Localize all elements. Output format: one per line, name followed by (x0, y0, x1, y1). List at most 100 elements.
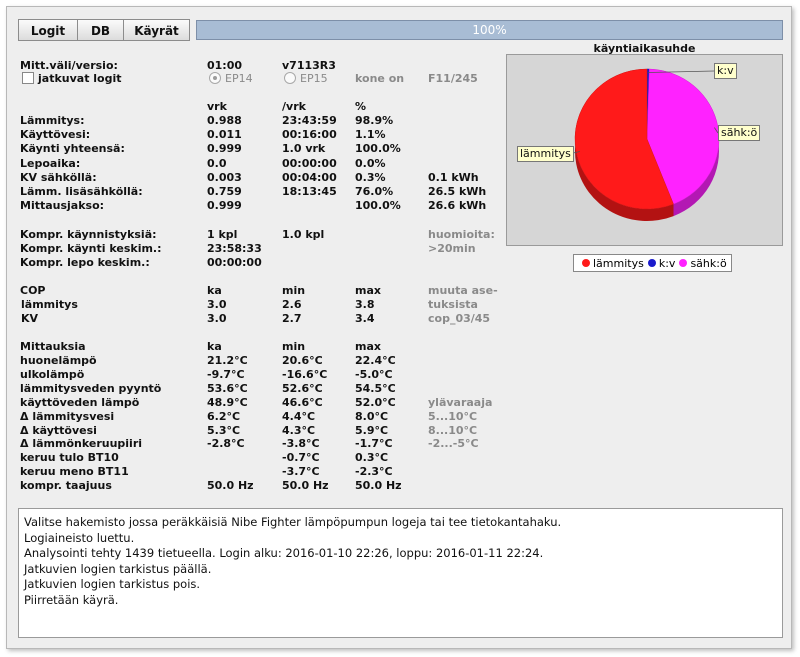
runtime-row-percent: 76.0% (355, 185, 394, 198)
measurement-row-max: -1.7°C (355, 437, 393, 451)
runtime-header-per-vrk: /vrk (282, 100, 306, 113)
measurements-title: Mittauksia (20, 340, 86, 353)
progress-bar: 100% (196, 20, 783, 40)
measurement-row-ka: 21.2°C (207, 354, 248, 367)
cop-row-label: lämmitys (21, 298, 78, 311)
legend-entry: sähk:ö (690, 256, 727, 270)
log-line: Jatkuvien logien tarkistus pois. (24, 577, 201, 592)
runtime-row-vrk: 0.011 (207, 128, 242, 142)
cop-row-min: 2.7 (282, 312, 302, 325)
measurement-row-max: 52.0°C (355, 395, 396, 409)
measurement-row-max: 0.3°C (355, 451, 389, 465)
measurement-row-ka: 6.2°C (207, 409, 241, 423)
logit-button[interactable]: Logit (18, 19, 78, 41)
measurement-row-max: 50.0 Hz (355, 479, 402, 493)
cop-note-top[interactable]: muuta ase- (428, 284, 498, 297)
measurement-row-label: Δ lämmitysvesi (20, 409, 115, 423)
note-huomioita: huomioita: (428, 228, 495, 241)
runtime-row-energy: 26.5 kWh (428, 185, 487, 198)
measurement-row-ka: -2.8°C (207, 437, 245, 451)
runtime-row-energy: 0.1 kWh (428, 170, 479, 184)
cop-row-max: 3.8 (355, 298, 375, 311)
measurement-row-note: ylävaraaja (428, 395, 493, 409)
measurement-row-ka: 53.6°C (207, 381, 248, 395)
measurement-row-label: keruu tulo BT10 (20, 451, 119, 465)
runtime-row-percent: 0.3% (355, 170, 386, 184)
runtime-row-per-vrk: 00:16:00 (282, 128, 337, 142)
measurement-row-min: -3.8°C (282, 437, 320, 451)
cop-row-label: KV (21, 312, 39, 325)
log-line: Analysointi tehty 1439 tietueella. Login… (24, 546, 544, 561)
compressor-starts-value: 1 kpl (207, 228, 238, 241)
measurement-row-min: 4.3°C (282, 423, 316, 437)
log-line: Jatkuvien logien tarkistus päällä. (24, 561, 212, 576)
measurement-row-note: 8...10°C (428, 423, 478, 437)
measurement-row-min: 46.6°C (282, 395, 323, 409)
runtime-row-vrk: 0.0 (207, 156, 227, 170)
log-line: Piirretään käyrä. (24, 592, 119, 607)
runtime-row-percent: 100.0% (355, 199, 401, 213)
measurement-row-label: ulkolämpö (20, 367, 85, 381)
measurement-row-label: käyttöveden lämpö (20, 395, 140, 409)
legend-swatch (679, 259, 688, 267)
measurements-header-min: min (282, 340, 306, 353)
ep15-label: EP15 (300, 72, 328, 85)
measurement-row-ka: -9.7°C (207, 367, 245, 381)
measurement-row-min: -16.6°C (282, 367, 328, 381)
measurement-row-min: 4.4°C (282, 409, 316, 423)
ep15-radio[interactable] (284, 72, 296, 84)
runtime-row-vrk: 0.999 (207, 199, 242, 213)
measurement-row-label: lämmitysveden pyyntö (20, 381, 162, 395)
runtime-row-per-vrk: 1.0 vrk (282, 142, 326, 156)
interval-value: 01:00 (207, 59, 243, 72)
measurement-row-min: -0.7°C (282, 451, 320, 465)
log-line: Logiaineisto luettu. (24, 530, 135, 545)
pie-slice-label: lämmitys (517, 146, 574, 162)
note-20min: >20min (428, 242, 476, 255)
runtime-row-label: Mittausjakso: (20, 199, 105, 213)
cop-row-note: tuksista (428, 298, 478, 311)
measurements-header-ka: ka (207, 340, 222, 353)
cop-header-ka: ka (207, 284, 222, 297)
measurement-row-ka: 48.9°C (207, 395, 248, 409)
measurement-row-ka: 5.3°C (207, 423, 241, 437)
runtime-header-percent: % (355, 100, 367, 113)
measurement-row-max: 5.9°C (355, 423, 389, 437)
pie-slice-label: sähk:ö (718, 125, 761, 141)
runtime-row-percent: 98.9% (355, 114, 394, 127)
compressor-rest-label: Kompr. lepo keskim.: (20, 256, 150, 269)
runtime-row-percent: 100.0% (355, 142, 401, 156)
measurement-row-note: 5...10°C (428, 409, 478, 423)
measurement-row-label: keruu meno BT11 (20, 465, 129, 479)
measurement-row-label: huonelämpö (20, 354, 97, 367)
legend-swatch (582, 259, 590, 267)
log-line: Valitse hakemisto jossa peräkkäisiä Nibe… (24, 515, 562, 529)
chart-legend: lämmitys k:v sähk:ö (573, 254, 732, 272)
measurements-header-max: max (355, 340, 381, 353)
legend-swatch (647, 259, 656, 267)
measurement-row-min: 20.6°C (282, 354, 323, 367)
continuous-logs-checkbox[interactable] (22, 72, 34, 84)
runtime-row-percent: 1.1% (355, 128, 386, 142)
runtime-row-per-vrk: 00:04:00 (282, 170, 337, 184)
interval-version-label: Mitt.väli/versio: (20, 59, 118, 72)
runtime-row-label: Käynti yhteensä: (20, 142, 125, 156)
message-log[interactable]: Valitse hakemisto jossa peräkkäisiä Nibe… (18, 508, 783, 638)
compressor-starts-label: Kompr. käynnistyksiä: (20, 228, 157, 241)
measurement-row-max: -2.3°C (355, 465, 393, 479)
legend-entry: lämmitys (593, 256, 644, 270)
runtime-row-vrk: 0.999 (207, 142, 242, 156)
measurement-row-min: 52.6°C (282, 381, 323, 395)
runtime-row-label: KV sähköllä: (20, 170, 97, 184)
ep14-radio[interactable] (209, 72, 221, 84)
continuous-logs-label: jatkuvat logit (38, 72, 122, 85)
db-button[interactable]: DB (77, 19, 124, 41)
measurement-row-max: 54.5°C (355, 381, 396, 395)
measurement-row-max: 22.4°C (355, 354, 396, 367)
runtime-row-percent: 0.0% (355, 156, 386, 170)
runtime-row-energy: 26.6 kWh (428, 199, 487, 213)
runtime-row-vrk: 0.988 (207, 114, 242, 127)
runtime-row-label: Lepoaika: (20, 156, 81, 170)
kayrat-button[interactable]: Käyrät (123, 19, 190, 41)
cop-row-min: 2.6 (282, 298, 302, 311)
